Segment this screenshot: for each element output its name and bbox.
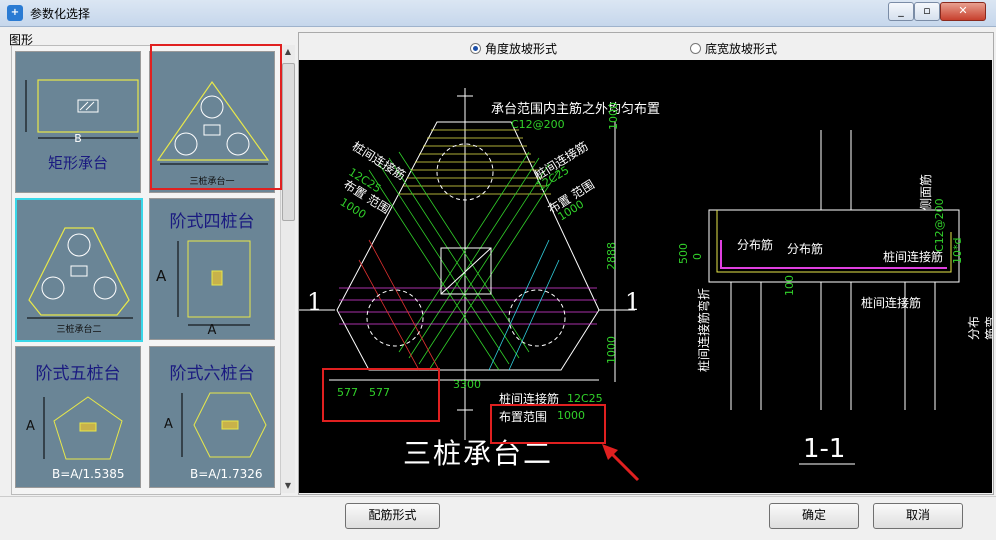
pile-cap-drawing <box>299 88 960 465</box>
thumb-label: 矩形承台 <box>47 154 108 172</box>
thumb-dim-b: B=A/1.5385 <box>52 467 125 481</box>
section-dist2: 分布筋 <box>787 242 824 256</box>
thumb-three-pile-cap-2[interactable]: 三桩承台二 <box>15 198 143 342</box>
thumbnail-scrollbar[interactable]: ▲ ▼ <box>280 45 295 493</box>
drawing-dim-vert2: 2888 <box>605 242 618 270</box>
radio-unselected-icon <box>690 43 701 54</box>
thumb-dim-a-left: A <box>164 417 173 432</box>
rebar-form-button[interactable]: 配筋形式 <box>345 503 440 529</box>
section-side-val: C12@200 <box>933 198 946 252</box>
radio-angle-slope[interactable]: 角度放坡形式 <box>470 40 557 57</box>
section-0: 0 <box>691 253 704 260</box>
drawing-section-mark-left: 1 <box>307 288 323 316</box>
section-500: 500 <box>677 243 690 264</box>
window-title: 参数化选择 <box>30 7 91 21</box>
scroll-up-arrow-icon[interactable]: ▲ <box>281 45 295 59</box>
thumb-stepped-four-pile[interactable]: 阶式四桩台 A A <box>149 198 275 340</box>
stepped-five-pile-diagram <box>43 396 123 460</box>
stepped-four-pile-diagram <box>177 240 251 326</box>
drawing-note-top: 承台范围内主筋之外均匀布置 <box>491 102 661 117</box>
drawing-dim-vert1: 1000 <box>607 102 620 130</box>
close-button[interactable]: ✕ <box>940 2 986 21</box>
minimize-button[interactable]: _ <box>888 2 914 21</box>
section-side: 侧面筋 <box>919 173 933 210</box>
three-pile-cap-2-diagram <box>27 227 133 319</box>
ok-button[interactable]: 确定 <box>769 503 859 529</box>
thumb-rect-cap[interactable]: B 矩形承台 <box>15 51 141 193</box>
drawing-dim-vert3: 1000 <box>605 336 618 364</box>
highlight-box-range <box>490 404 606 444</box>
thumb-dim-b: B <box>74 132 82 145</box>
radio-width-slope[interactable]: 底宽放坡形式 <box>690 40 777 57</box>
drawing-rebar-top: C12@200 <box>511 118 565 131</box>
drawing-section-title: 1-1 <box>803 434 846 464</box>
thumb-stepped-six-pile[interactable]: 阶式六桩台 A B=A/1.7326 <box>149 346 275 488</box>
title-bar: + 参数化选择 _ ▫ ✕ <box>0 0 996 27</box>
radio-width-label: 底宽放坡形式 <box>705 42 778 56</box>
drawing-canvas: 承台范围内主筋之外均匀布置 C12@200 1000 桩间连接筋 12C25 布… <box>299 60 992 493</box>
cancel-button[interactable]: 取消 <box>873 503 963 529</box>
highlight-box-thumb <box>150 44 282 190</box>
bottom-separator <box>0 496 996 497</box>
section-10d: 10*d <box>951 237 964 264</box>
thumb-dim-a-left: A <box>26 419 35 434</box>
highlight-box-577 <box>322 368 440 422</box>
section-dist1: 分布筋 <box>737 238 774 252</box>
app-icon: + <box>7 5 23 21</box>
radio-selected-icon <box>470 43 481 54</box>
drawing-dim-3300: 3300 <box>453 378 481 391</box>
thumb-dim-a-left: A <box>156 267 167 285</box>
scroll-down-arrow-icon[interactable]: ▼ <box>281 479 295 493</box>
section-vert-left: 桩间连接筋弯折 <box>697 287 711 372</box>
thumb-stepped-five-pile[interactable]: 阶式五桩台 A B=A/1.5385 <box>15 346 141 488</box>
section-conn2: 桩间连接筋 <box>861 296 922 310</box>
thumb-dim-b: B=A/1.7326 <box>190 467 263 481</box>
thumb-label: 三桩承台二 <box>56 325 102 335</box>
radio-angle-label: 角度放坡形式 <box>485 42 558 56</box>
section-vert-right: 分布筋弯折 <box>967 315 992 340</box>
section-100: 100 <box>783 275 796 296</box>
scroll-thumb[interactable] <box>282 63 295 221</box>
drawing-section-mark-right: 1 <box>625 288 641 316</box>
red-arrow-icon <box>602 444 640 482</box>
maximize-button[interactable]: ▫ <box>914 2 940 21</box>
thumb-dim-a-bottom: A <box>207 323 217 338</box>
